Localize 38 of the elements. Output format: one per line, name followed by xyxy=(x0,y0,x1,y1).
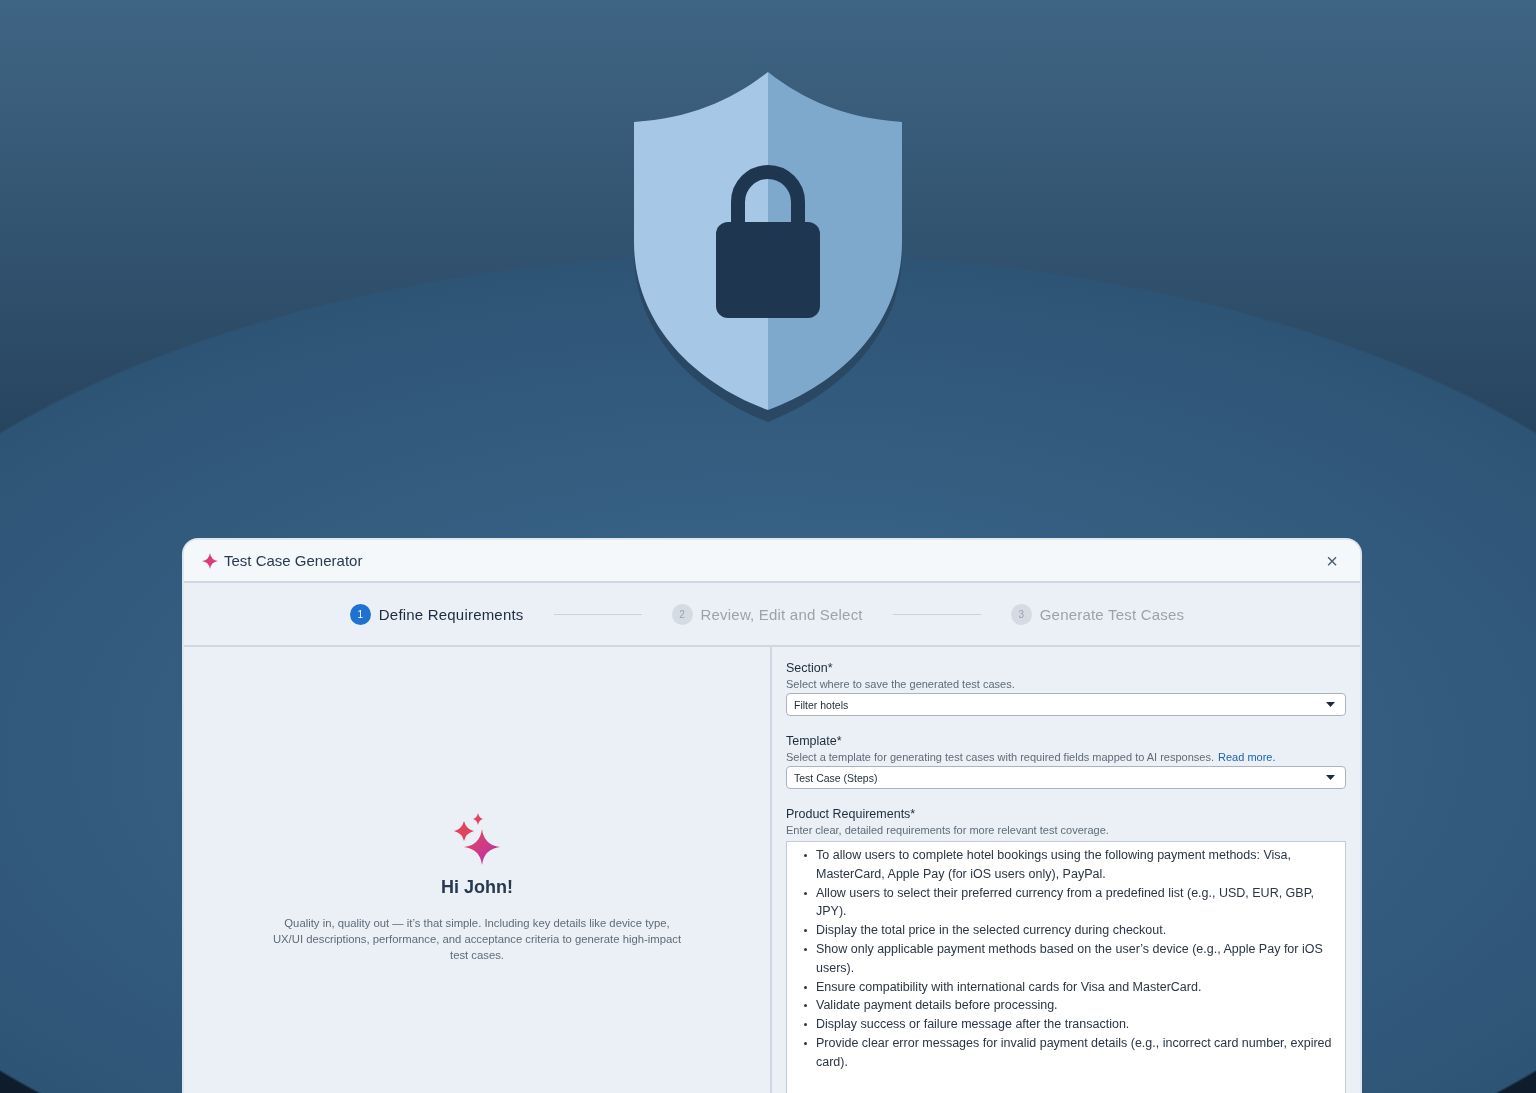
dropdown-field[interactable]: Filter hotels xyxy=(786,693,1346,716)
field-label: Template* xyxy=(786,734,843,748)
caret-icon xyxy=(1326,702,1335,707)
requirement-text: Allow users to select their preferred currency from a predefined list (e.g., USD, EUR, GBP, JPY). xyxy=(816,884,1315,921)
field-label: Section* xyxy=(786,661,834,675)
bullet-icon xyxy=(804,1023,807,1027)
shield-lock-icon xyxy=(632,72,904,424)
sparkle-icon xyxy=(202,552,218,569)
window-title: Test Case Generator xyxy=(224,552,364,569)
requirement-text: Display the total price in the selected currency during checkout. xyxy=(816,922,1167,940)
step-label[interactable]: Define Requirements xyxy=(378,605,524,623)
bullet-icon xyxy=(804,891,807,895)
requirement-text: Show only applicable payment methods based on the user’s device (e.g., Apple Pay for iOS users). xyxy=(816,941,1324,977)
requirement-text: To allow users to complete hotel bookings using the following payment methods: Visa, MasterCard, Apple Pay (for iOS users only), PayPal. xyxy=(816,847,1293,883)
field-hint: Select a template for generating test cases with required fields mapped to AI responses. xyxy=(786,751,1215,763)
bullet-icon xyxy=(804,929,807,933)
requirement-text: Provide clear error messages for invalid payment details (e.g., incorrect card number, expired card). xyxy=(816,1034,1333,1071)
requirements-text-area[interactable] xyxy=(786,841,1346,1093)
close-button[interactable]: × xyxy=(1322,550,1342,571)
step-number: 3 xyxy=(1010,603,1032,625)
bullet-icon xyxy=(804,985,807,989)
requirement-text: Display success or failure message after the transaction. xyxy=(816,1016,1130,1034)
read-more-link[interactable]: Read more. xyxy=(1218,751,1276,763)
welcome-heading: Hi John! xyxy=(441,877,513,898)
field-label: Product Requirements* xyxy=(786,807,917,821)
bullet-icon xyxy=(804,1004,807,1008)
requirement-text: Validate payment details before processing. xyxy=(816,997,1058,1015)
step-number: 2 xyxy=(671,603,693,625)
welcome-text: Quality in, quality out — it’s that simple. Including key details like device type, UX/UI descriptions, performance, and acceptance criteria to generate high-impact test cases. xyxy=(272,916,682,963)
bullet-icon xyxy=(804,1041,807,1045)
caret-icon xyxy=(1326,775,1335,780)
field-hint: Select where to save the generated test cases. xyxy=(786,678,1015,690)
dropdown-field[interactable]: Test Case (Steps) xyxy=(786,766,1346,789)
requirement-text: Ensure compatibility with international cards for Visa and MasterCard. xyxy=(816,978,1202,996)
field-hint: Enter clear, detailed requirements for more relevant test coverage. xyxy=(786,824,1109,836)
bullet-icon xyxy=(804,854,807,857)
step-number: 1 xyxy=(349,603,371,625)
bullet-icon xyxy=(804,948,807,951)
